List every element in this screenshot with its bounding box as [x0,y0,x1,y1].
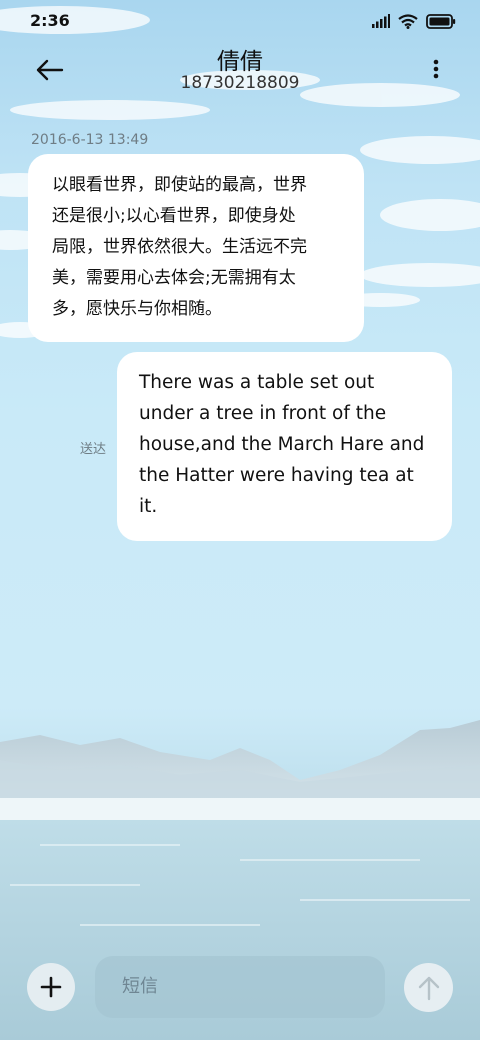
contact-name: 倩倩 [217,49,263,75]
message-line: the Hatter were having tea at [139,465,414,486]
contact-phone: 18730218809 [180,73,300,93]
conversation-header: 倩倩 18730218809 [0,42,480,102]
message-line: 局限，世界依然很大。生活远不完 [52,237,307,257]
status-time: 2:36 [30,11,70,30]
add-attachment-button[interactable] [27,963,75,1011]
battery-icon [426,13,456,29]
send-button[interactable] [404,963,453,1012]
arrow-up-icon [418,976,439,1000]
message-line: it. [139,496,158,517]
message-input-container[interactable] [95,956,385,1018]
message-line: There was a table set out [139,372,375,393]
message-input[interactable] [122,966,362,1007]
message-line: 以眼看世界，即使站的最高，世界 [52,175,307,195]
message-timestamp: 2016-6-13 13:49 [31,132,149,148]
message-line: 多，愿快乐与你相随。 [52,299,222,319]
status-bar: 2:36 [0,0,480,42]
status-icons [372,12,456,30]
composer-bar [0,955,480,1019]
wifi-icon [398,13,418,29]
more-options-button[interactable] [428,56,444,84]
more-vertical-icon [433,59,439,79]
message-line: under a tree in front of the [139,403,387,424]
message-line: 还是很小;以心看世界，即使身处 [52,206,296,226]
plus-icon [40,976,62,998]
signal-icon [372,14,390,28]
received-message-bubble[interactable]: 以眼看世界，即使站的最高，世界 还是很小;以心看世界，即使身处 局限，世界依然很… [28,154,364,342]
snow-line [0,798,480,822]
message-line: 美，需要用心去体会;无需拥有太 [52,268,296,288]
message-line: house,and the March Hare and [139,434,425,455]
sent-message-bubble[interactable]: There was a table set out under a tree i… [117,352,452,541]
delivery-status: 送达 [80,442,107,457]
